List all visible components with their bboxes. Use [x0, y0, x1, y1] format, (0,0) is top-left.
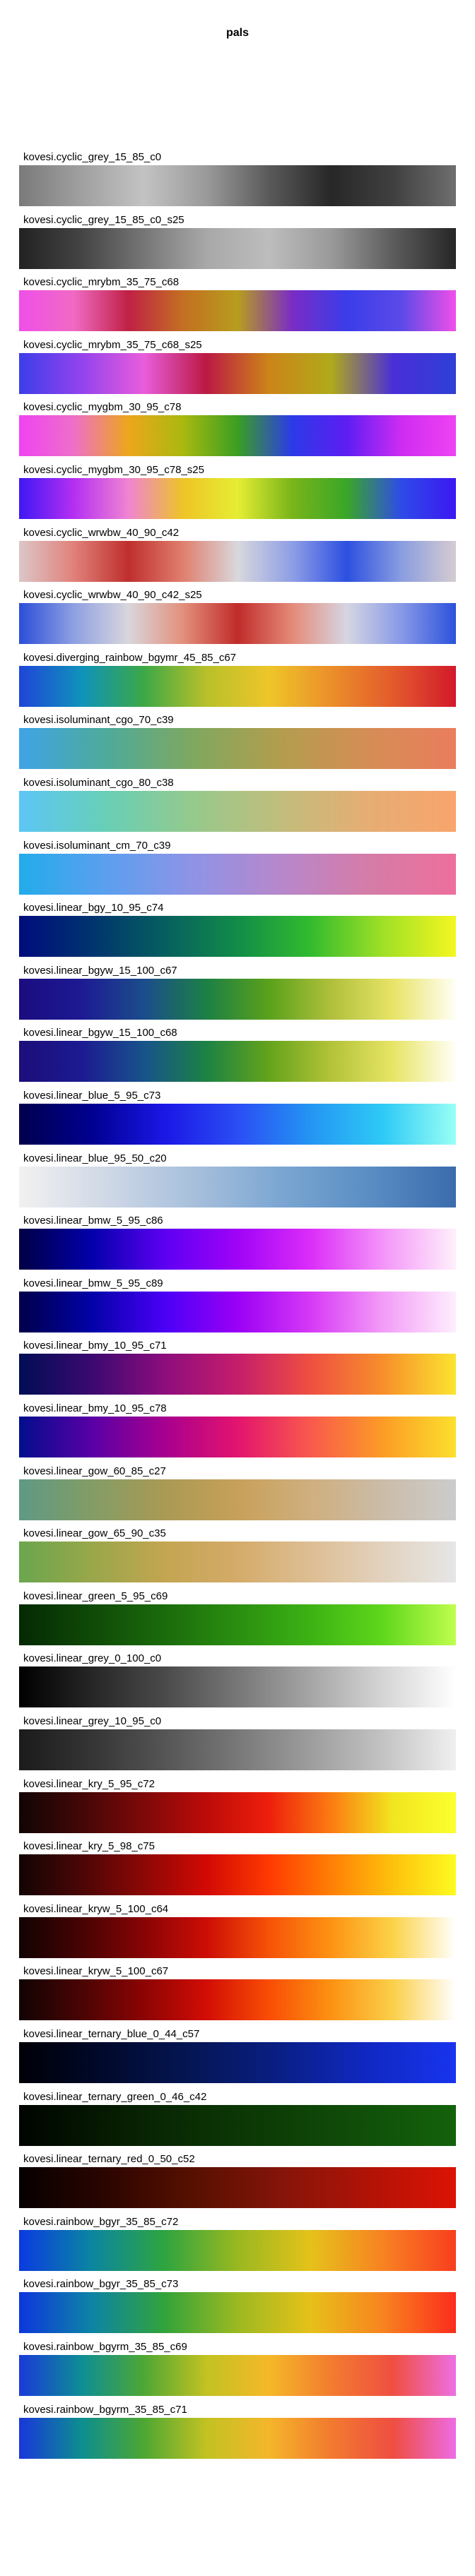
palette-colorbar [19, 1917, 456, 1958]
palette-label: kovesi.linear_ternary_green_0_46_c42 [23, 2091, 207, 2103]
palette-label: kovesi.linear_gow_65_90_c35 [23, 1527, 166, 1539]
palette-colorbar [19, 1479, 456, 1520]
palette-colorbar [19, 1854, 456, 1895]
palette-colorbar [19, 666, 456, 707]
palette-list: kovesi.cyclic_grey_15_85_c0 kovesi.cyclic… [0, 0, 475, 2576]
palette-colorbar [19, 1792, 456, 1833]
palette-label: kovesi.linear_kry_5_98_c75 [23, 1840, 155, 1852]
palette-colorbar [19, 228, 456, 269]
palette-colorbar [19, 2292, 456, 2333]
palette-colorbar [19, 2105, 456, 2146]
palette-label: kovesi.rainbow_bgyr_35_85_c72 [23, 2216, 179, 2228]
palette-label: kovesi.isoluminant_cgo_80_c38 [23, 777, 174, 789]
palette-colorbar [19, 1041, 456, 1082]
palette-label: kovesi.linear_kryw_5_100_c64 [23, 1903, 169, 1915]
palette-colorbar [19, 979, 456, 1020]
palette-colorbar [19, 1354, 456, 1395]
palette-colorbar [19, 1167, 456, 1208]
palette-colorbar [19, 415, 456, 456]
palette-label: kovesi.cyclic_mrybm_35_75_c68 [23, 276, 180, 288]
palette-colorbar [19, 1542, 456, 1582]
palette-label: kovesi.linear_blue_95_50_c20 [23, 1152, 167, 1164]
palette-label: kovesi.cyclic_wrwbw_40_90_c42_s25 [23, 589, 202, 601]
palette-label: kovesi.linear_bgyw_15_100_c68 [23, 1027, 177, 1039]
palette-label: kovesi.isoluminant_cgo_70_c39 [23, 714, 174, 726]
palette-label: kovesi.linear_bmw_5_95_c86 [23, 1215, 163, 1227]
palette-colorbar [19, 728, 456, 769]
palette-colorbar [19, 2042, 456, 2083]
palette-label: kovesi.linear_bmw_5_95_c89 [23, 1277, 163, 1289]
palette-label: kovesi.linear_ternary_blue_0_44_c57 [23, 2028, 200, 2040]
palette-colorbar [19, 1292, 456, 1332]
palette-label: kovesi.cyclic_mygbm_30_95_c78_s25 [23, 464, 204, 476]
palette-colorbar [19, 1229, 456, 1270]
palette-label: kovesi.cyclic_mrybm_35_75_c68_s25 [23, 339, 202, 351]
palette-colorbar [19, 1604, 456, 1645]
palette-label: kovesi.linear_kry_5_95_c72 [23, 1778, 155, 1790]
palette-label: kovesi.cyclic_grey_15_85_c0_s25 [23, 214, 184, 226]
palette-colorbar [19, 791, 456, 832]
palette-label: kovesi.linear_blue_5_95_c73 [23, 1090, 161, 1102]
palette-colorbar [19, 290, 456, 331]
palette-label: kovesi.cyclic_wrwbw_40_90_c42 [23, 527, 180, 539]
palette-colorbar [19, 2230, 456, 2271]
palette-label: kovesi.diverging_rainbow_bgymr_45_85_c67 [23, 652, 237, 664]
palette-colorbar [19, 1104, 456, 1145]
palette-label: kovesi.rainbow_bgyrm_35_85_c71 [23, 2404, 187, 2416]
palette-label: kovesi.linear_grey_0_100_c0 [23, 1652, 162, 1664]
palette-label: kovesi.rainbow_bgyrm_35_85_c69 [23, 2341, 187, 2353]
palette-colorbar [19, 603, 456, 644]
palette-label: kovesi.isoluminant_cm_70_c39 [23, 840, 171, 852]
palette-colorbar [19, 478, 456, 519]
palette-colorbar [19, 1979, 456, 2020]
palette-label: kovesi.linear_kryw_5_100_c67 [23, 1965, 169, 1977]
palette-label: kovesi.linear_bmy_10_95_c78 [23, 1402, 167, 1414]
palette-colorbar [19, 165, 456, 206]
palette-colorbar [19, 1666, 456, 1707]
palette-colorbar [19, 353, 456, 394]
palette-colorbar [19, 854, 456, 895]
palette-colorbar [19, 1729, 456, 1770]
palette-colorbar [19, 2167, 456, 2208]
palette-label: kovesi.cyclic_grey_15_85_c0 [23, 151, 162, 163]
palette-colorbar [19, 2355, 456, 2396]
palette-label: kovesi.rainbow_bgyr_35_85_c73 [23, 2278, 179, 2290]
palette-colorbar [19, 1417, 456, 1457]
palette-label: kovesi.cyclic_mygbm_30_95_c78 [23, 401, 182, 413]
palette-label: kovesi.linear_gow_60_85_c27 [23, 1465, 166, 1477]
palette-label: kovesi.linear_green_5_95_c69 [23, 1590, 168, 1602]
palette-label: kovesi.linear_grey_10_95_c0 [23, 1715, 162, 1727]
palette-label: kovesi.linear_bgyw_15_100_c67 [23, 965, 177, 977]
palette-colorbar [19, 916, 456, 957]
palette-colorbar [19, 541, 456, 582]
palette-label: kovesi.linear_bgy_10_95_c74 [23, 902, 164, 914]
palette-label: kovesi.linear_bmy_10_95_c71 [23, 1340, 167, 1352]
palette-colorbar [19, 2418, 456, 2459]
palette-label: kovesi.linear_ternary_red_0_50_c52 [23, 2153, 195, 2165]
